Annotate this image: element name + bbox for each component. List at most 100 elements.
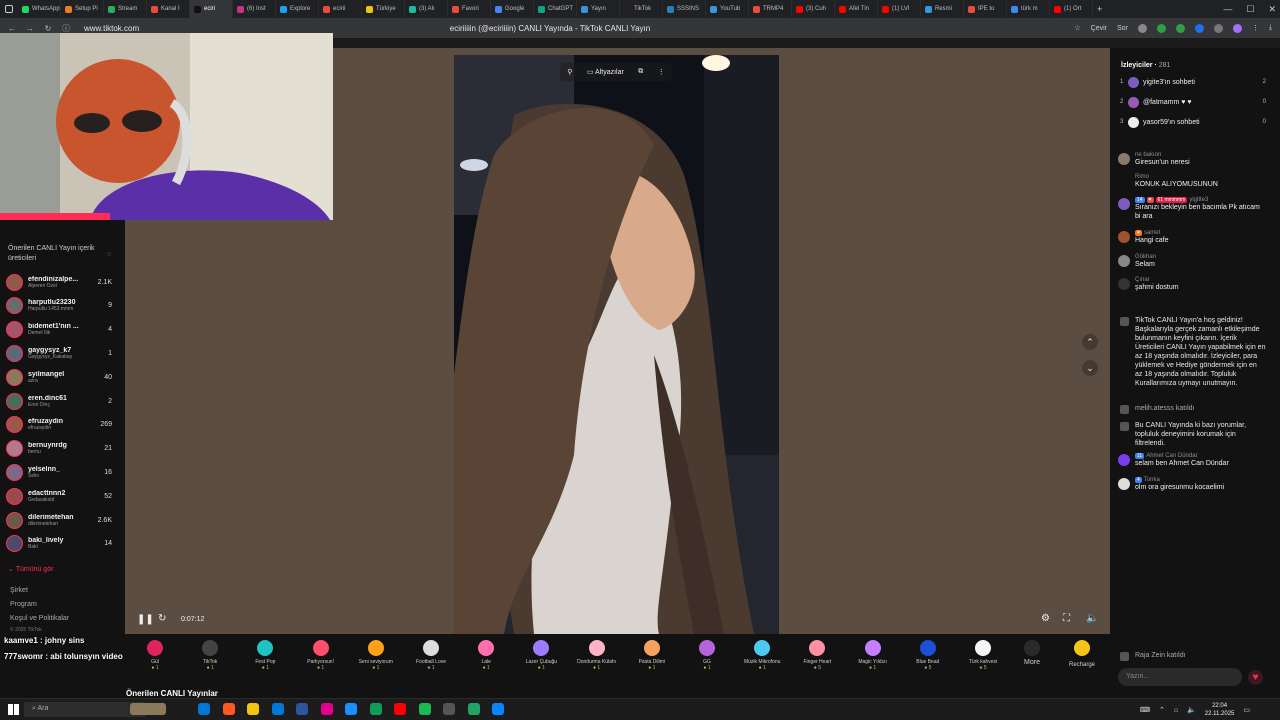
browser-tab[interactable]: türk m [1007,0,1050,18]
taskbar-app-icon[interactable] [418,703,431,715]
live-video[interactable] [454,55,779,634]
browser-tab[interactable]: Resmi [921,0,964,18]
browser-menu-icon[interactable] [0,0,18,18]
pause-icon[interactable]: ❚❚ [137,614,154,625]
footer-link-terms[interactable]: Koşul ve Politikalar [10,615,69,622]
recharge-button[interactable]: Recharge [1064,640,1100,668]
start-icon[interactable] [8,704,19,715]
volume-icon[interactable]: 🔈 [1086,613,1098,624]
chat-message[interactable]: ne bakıon Giresun'un neresi [1118,152,1266,167]
browser-tab[interactable]: (3) Alı [405,0,448,18]
browser-tab[interactable]: Setup Pl [61,0,104,18]
extension-icon[interactable] [1194,23,1204,33]
creator-item[interactable]: harputlu23230 Harputlu 1453.mmm 9 [6,294,116,318]
gift-item[interactable]: Pasta Dilimi ● 1 [625,638,679,671]
top-viewer-row[interactable]: 3 yasor59'ın sohbeti 0 [1120,115,1270,129]
browser-tab[interactable]: (1) Ort [1050,0,1093,18]
browser-tab[interactable]: SSSINS [663,0,706,18]
creator-item[interactable]: eren.dinc61 Eren Dinç 2 [6,389,116,413]
taskbar-app-icon[interactable] [394,703,406,715]
taskbar-app-icon[interactable] [345,703,357,715]
volume-icon[interactable]: 🔈 [1187,706,1196,714]
gift-item[interactable]: GG ● 1 [680,638,734,671]
extension-icon[interactable] [1213,23,1223,33]
taskbar-app-icon[interactable] [369,703,382,715]
browser-tab[interactable]: (1) LVI [878,0,921,18]
taskbar-app-icon[interactable] [467,703,480,715]
filter-icon[interactable]: ⚲ [567,68,572,76]
footer-link-company[interactable]: Şirket [10,587,28,594]
creator-item[interactable]: baki_lively Baki 14 [6,532,116,556]
gift-item[interactable]: Finger Heart ● 5 [790,638,844,671]
ask-button[interactable]: Sor [1117,25,1128,32]
creator-item[interactable]: yelselnn_ Selin 16 [6,460,116,484]
chat-input[interactable]: Yazın... [1118,668,1242,686]
browser-tab[interactable]: Favori [448,0,491,18]
chat-message[interactable]: Rimo KONUK ALIYOMUSUNUN [1118,174,1266,189]
close-window-button[interactable]: ✕ [1268,4,1276,15]
new-tab-button[interactable]: + [1097,4,1102,14]
translate-button[interactable]: Çevir [1091,25,1107,32]
browser-tab[interactable]: Afel Tin [835,0,878,18]
gift-item[interactable]: Lale ● 1 [459,638,513,671]
taskbar-search[interactable]: ⌕ Ara [24,702,146,717]
creator-item[interactable]: dilerimetehan dilerimetehan 2.6K [6,508,116,532]
chat-message[interactable]: Çınar şahmi dostum [1118,277,1266,292]
thumbnail-icon[interactable] [130,703,166,715]
taskbar-app-icon[interactable] [296,703,308,715]
browser-tab[interactable]: (6) Inst [233,0,276,18]
shield-icon[interactable] [1156,23,1166,33]
gift-item[interactable]: Parlıyorsun! ● 1 [294,638,348,671]
browser-tab[interactable]: TikTok [620,0,663,18]
download-icon[interactable]: ⤓ [1269,24,1272,32]
creator-item[interactable]: efendinizalpe... Alperen Özel 2.1K [6,270,116,294]
creator-item[interactable]: gaygysyz_k7 Gaygysyz_Kakabay 1 [6,341,116,365]
browser-tab[interactable]: Türkiye [362,0,405,18]
browser-tab[interactable]: TRMP4 [749,0,792,18]
taskbar-app-icon[interactable] [198,703,210,715]
chat-message[interactable]: 4 Tonka olm ora giresunmu kocaelimi [1118,477,1266,492]
see-all-link[interactable]: ⌄ Tümünü gör [8,565,53,573]
browser-tab[interactable]: YouTub [706,0,749,18]
gift-item[interactable]: Lazer Çubuğu ● 1 [514,638,568,671]
creator-item[interactable]: syilmangel azra 40 [6,365,116,389]
gift-item[interactable]: Football Love ● 1 [404,638,458,671]
heart-icon[interactable]: ♥ [1248,670,1263,685]
refresh-icon[interactable]: ↻ [158,613,166,624]
settings-icon[interactable]: ⚙ [1041,613,1050,624]
gift-item[interactable]: Fest Pop ● 1 [238,638,292,671]
gift-item[interactable]: Türk kahvesi ● 5 [956,638,1010,671]
notifications-icon[interactable]: ▭ [1243,706,1250,714]
keyboard-icon[interactable]: ⌨ [1140,706,1150,714]
info-icon[interactable]: ◌ [107,251,111,258]
minimize-button[interactable]: — [1223,4,1232,14]
fullscreen-icon[interactable]: ⛶ [1063,613,1070,624]
network-icon[interactable]: ⌂ [1174,707,1178,714]
gift-item[interactable]: TikTok ● 1 [183,638,237,671]
browser-tab[interactable]: ecirii [319,0,362,18]
browser-tab[interactable]: Explore [276,0,319,18]
top-viewer-row[interactable]: 1 yigite3'ın sohbeti 2 [1120,75,1270,89]
taskbar-app-icon[interactable] [492,703,504,715]
bookmark-icon[interactable]: ☆ [1074,24,1080,32]
top-viewer-row[interactable]: 2 @fatmamm ♥ ♥ 0 [1120,95,1270,109]
previous-stream-button[interactable]: ⌃ [1082,334,1098,350]
creator-item[interactable]: bernuynrdg bernu 21 [6,437,116,461]
chat-message[interactable]: 14 ♥ 61 mmmmm yigitte3 Sıranızı bekleyin ben… [1118,197,1266,221]
creator-item[interactable]: bidemet1'nın ... Demet İlik 4 [6,318,116,342]
gift-item[interactable]: Dondurma Külahı ● 1 [570,638,624,671]
taskbar-app-icon[interactable] [247,703,259,715]
profile-icon[interactable] [1232,23,1242,33]
subtitles-button[interactable]: ▭ Altyazılar [587,68,624,76]
browser-tab[interactable]: Kanal İ [147,0,190,18]
gift-item[interactable]: Magic Yıldızı ● 1 [846,638,900,671]
browser-tab[interactable]: Yayın [577,0,620,18]
gift-item[interactable]: Müzik Mikrofonu ● 1 [735,638,789,671]
browser-tab[interactable]: (3) Cuh [792,0,835,18]
creator-item[interactable]: edacttnnn2 Gvdasakstd 52 [6,484,116,508]
maximize-button[interactable]: ☐ [1246,4,1254,15]
browser-tab[interactable]: Google [491,0,534,18]
taskbar-app-icon[interactable] [320,703,333,715]
browser-tab[interactable]: Stream [104,0,147,18]
creator-item[interactable]: efruzaydin efruzaydin 269 [6,413,116,437]
